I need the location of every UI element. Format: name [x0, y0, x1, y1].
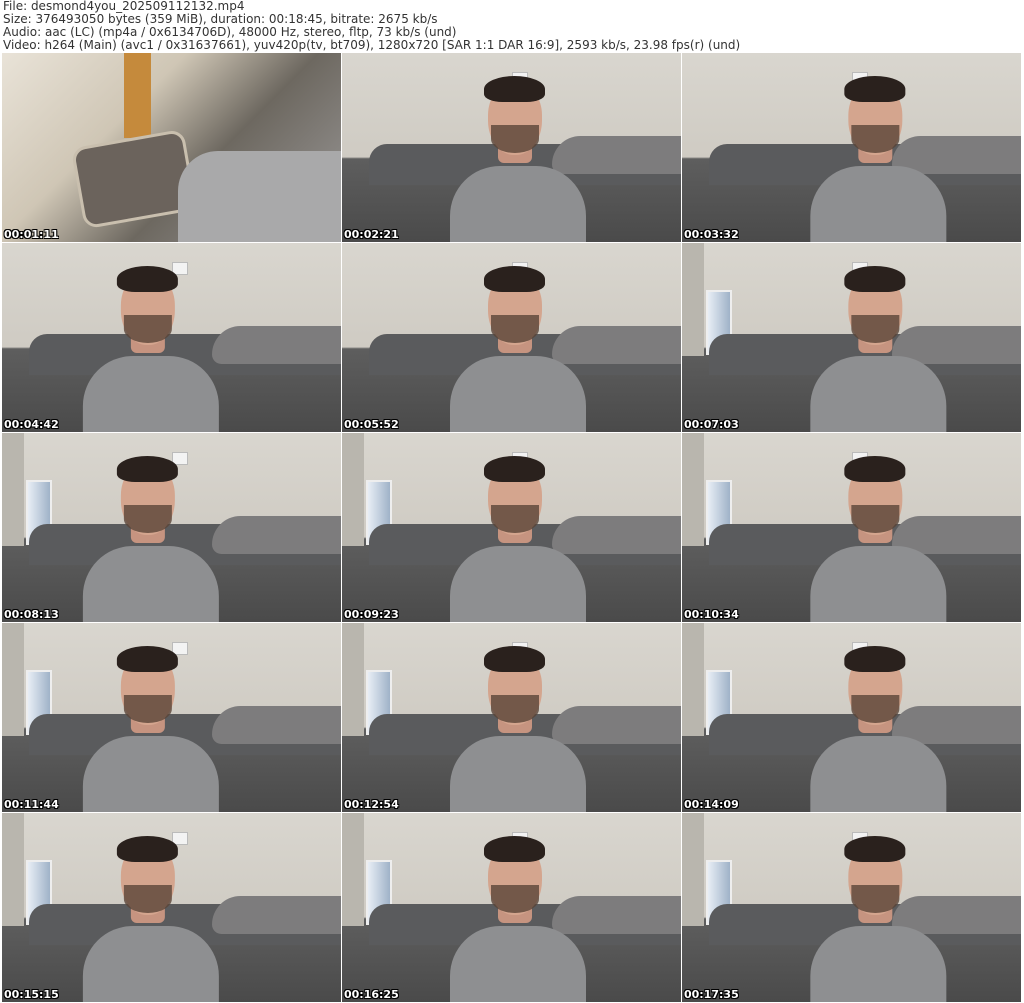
- video-info: Video: h264 (Main) (avc1 / 0x31637661), …: [3, 38, 741, 52]
- video-thumbnail: 00:17:35: [682, 813, 1021, 1002]
- video-thumbnail: 00:08:13: [2, 433, 341, 622]
- video-thumbnail: 00:07:03: [682, 243, 1021, 432]
- thumbnail-timestamp: 00:12:54: [344, 798, 399, 811]
- video-thumbnail: 00:11:44: [2, 623, 341, 812]
- video-thumbnail: 00:14:09: [682, 623, 1021, 812]
- video-thumbnail: 00:15:15: [2, 813, 341, 1002]
- thumbnail-timestamp: 00:14:09: [684, 798, 739, 811]
- thumbnail-timestamp: 00:10:34: [684, 608, 739, 621]
- file-info-header: File: desmond4you_202509112132.mp4 Size:…: [3, 0, 740, 52]
- video-thumbnail: 00:02:21: [342, 53, 681, 242]
- thumbnail-timestamp: 00:05:52: [344, 418, 399, 431]
- video-thumbnail: 00:03:32: [682, 53, 1021, 242]
- thumbnail-grid: 00:01:11 00:02:21 00:03:32 00:04:42 00:05:52…: [2, 53, 1022, 1002]
- video-thumbnail: 00:04:42: [2, 243, 341, 432]
- video-thumbnail: 00:16:25: [342, 813, 681, 1002]
- thumbnail-timestamp: 00:15:15: [4, 988, 59, 1001]
- thumbnail-timestamp: 00:16:25: [344, 988, 399, 1001]
- thumbnail-timestamp: 00:02:21: [344, 228, 399, 241]
- video-thumbnail: 00:12:54: [342, 623, 681, 812]
- thumbnail-timestamp: 00:03:32: [684, 228, 739, 241]
- video-thumbnail: 00:05:52: [342, 243, 681, 432]
- thumbnail-timestamp: 00:04:42: [4, 418, 59, 431]
- thumbnail-timestamp: 00:07:03: [684, 418, 739, 431]
- video-thumbnail: 00:09:23: [342, 433, 681, 622]
- thumbnail-timestamp: 00:01:11: [4, 228, 59, 241]
- thumbnail-timestamp: 00:11:44: [4, 798, 59, 811]
- video-thumbnail: 00:10:34: [682, 433, 1021, 622]
- thumbnail-timestamp: 00:17:35: [684, 988, 739, 1001]
- thumbnail-timestamp: 00:08:13: [4, 608, 59, 621]
- thumbnail-timestamp: 00:09:23: [344, 608, 399, 621]
- video-thumbnail: 00:01:11: [2, 53, 341, 242]
